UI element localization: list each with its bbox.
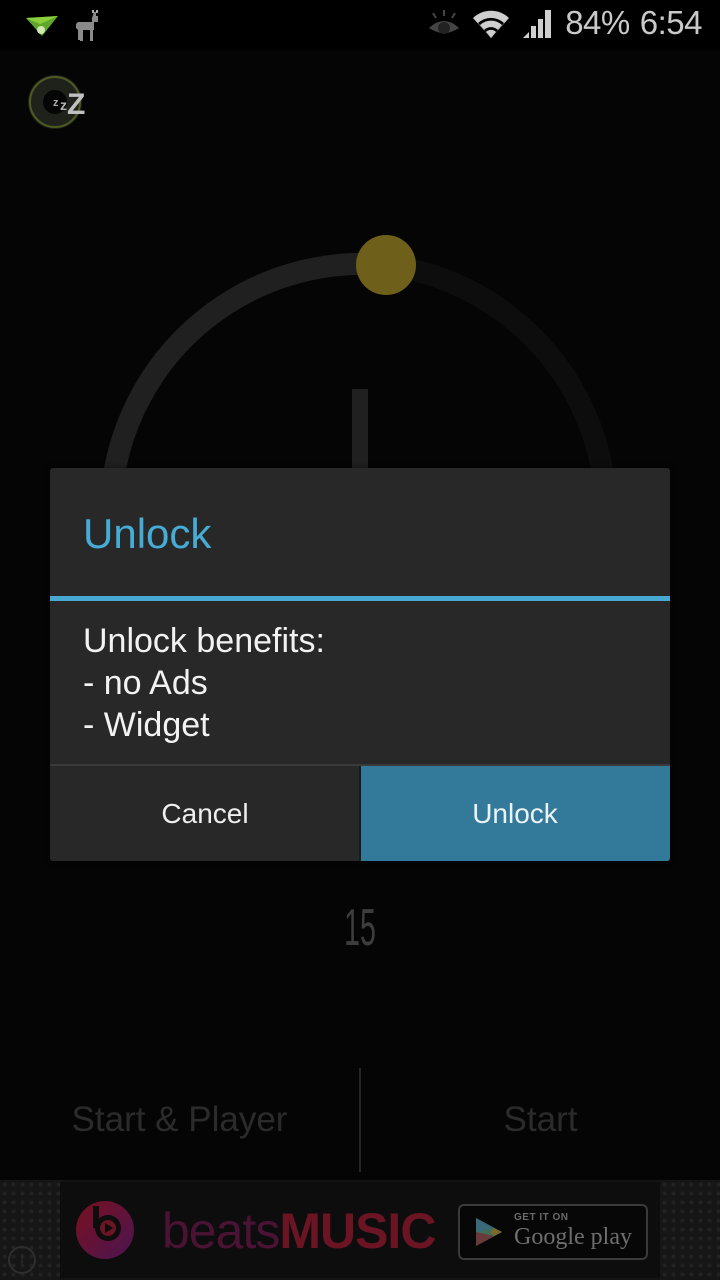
dialog-message-line: Unlock benefits: <box>83 622 325 660</box>
get-it-on-label: GET IT ON <box>514 1212 569 1223</box>
ad-info-icon[interactable]: i <box>8 1246 36 1274</box>
dialog-message: Unlock benefits: - no Ads - Widget <box>83 620 325 746</box>
beats-logo-icon <box>76 1201 134 1259</box>
dialog-title-divider <box>50 596 670 601</box>
battery-percentage: 84% <box>565 4 630 41</box>
timer-dial[interactable] <box>0 200 720 500</box>
dialog-title: Unlock <box>83 510 212 557</box>
ad-banner[interactable]: i beatsMUSIC GET IT ON Google play <box>0 1180 720 1280</box>
unlock-dialog: Unlock Unlock benefits: - no Ads - Widge… <box>50 468 670 861</box>
ad-pattern: i <box>0 1180 60 1280</box>
beats-music-wordmark: beatsMUSIC <box>162 1202 436 1260</box>
wifi-icon <box>473 10 510 39</box>
brand-light: beats <box>162 1203 280 1259</box>
timer-value: 15 <box>344 899 376 957</box>
svg-text:z: z <box>60 97 67 113</box>
clock: 6:54 <box>639 4 703 41</box>
ad-pattern <box>660 1180 720 1280</box>
google-play-badge[interactable]: GET IT ON Google play <box>458 1204 648 1260</box>
smart-stay-eye-icon <box>429 10 460 34</box>
status-bar: 84% 6:54 <box>0 0 720 50</box>
airdroid-paper-plane-icon <box>26 16 58 36</box>
bottom-actions: Start & Player Start <box>0 1068 720 1172</box>
brand-bold: MUSIC <box>279 1203 436 1259</box>
ad-content[interactable]: beatsMUSIC GET IT ON Google play <box>60 1182 660 1278</box>
cancel-button[interactable]: Cancel <box>50 766 360 861</box>
llama-icon <box>76 10 98 41</box>
dialog-button-separator <box>359 766 361 861</box>
dialog-message-line: - Widget <box>83 706 210 744</box>
dial-track-remaining <box>384 254 616 492</box>
google-play-label: Google play <box>514 1224 632 1250</box>
unlock-button[interactable]: Unlock <box>360 766 670 861</box>
notification-icons <box>24 10 104 42</box>
signal-icon <box>523 10 552 38</box>
google-play-icon <box>476 1218 502 1246</box>
start-and-player-button[interactable]: Start & Player <box>0 1068 359 1172</box>
system-tray: 84% 6:54 <box>427 4 703 42</box>
dial-knob[interactable] <box>356 235 416 295</box>
dialog-message-line: - no Ads <box>83 664 208 702</box>
dial-track-elapsed <box>101 252 388 492</box>
sleep-timer-zz-icon[interactable]: z z Z <box>27 68 89 130</box>
start-button[interactable]: Start <box>361 1068 720 1172</box>
svg-text:Z: Z <box>67 88 85 121</box>
svg-text:z: z <box>53 97 59 109</box>
